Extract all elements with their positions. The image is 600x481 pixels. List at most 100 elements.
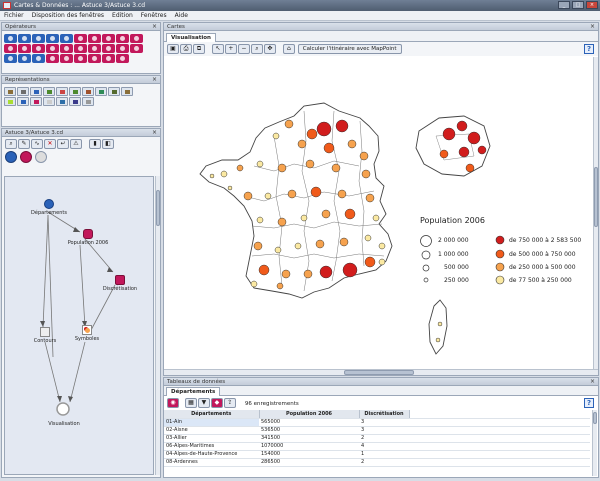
node-discretisation[interactable]: Discrétisation	[98, 275, 142, 292]
return-icon[interactable]: ↵	[57, 139, 69, 149]
department-symbol[interactable]	[321, 209, 331, 219]
department-symbol[interactable]	[209, 173, 215, 179]
table-row[interactable]: 02-Aisne 536500 3	[164, 426, 590, 435]
department-symbol[interactable]	[378, 242, 386, 250]
representation-icon[interactable]	[82, 97, 94, 106]
edit-icon[interactable]: ✎	[18, 139, 30, 149]
operator-icon[interactable]	[18, 44, 31, 53]
department-symbol[interactable]	[359, 151, 369, 161]
operator-icon[interactable]	[4, 54, 17, 63]
department-symbol[interactable]	[364, 256, 376, 268]
menu-fenetres[interactable]: Fenêtres	[141, 11, 167, 20]
department-symbol[interactable]	[277, 217, 287, 227]
operator-icon[interactable]	[4, 34, 17, 43]
department-symbol[interactable]	[276, 282, 284, 290]
copy-icon[interactable]: ⧉	[193, 44, 205, 54]
zoom-icon[interactable]: ⌕	[5, 139, 17, 149]
department-symbol[interactable]	[256, 160, 264, 168]
representation-icon[interactable]	[4, 87, 16, 96]
filter-icon[interactable]: ▼	[197, 398, 210, 408]
node-visualisation[interactable]: Visualisation	[43, 421, 85, 427]
department-symbol[interactable]	[300, 214, 308, 222]
operator-icon[interactable]	[60, 44, 73, 53]
map-scrollbar-horizontal[interactable]	[164, 369, 598, 375]
globe-icon[interactable]	[5, 151, 17, 163]
representation-icon[interactable]	[17, 97, 29, 106]
representation-icon[interactable]	[17, 87, 29, 96]
operator-icon[interactable]	[116, 44, 129, 53]
department-symbol[interactable]	[287, 189, 297, 199]
help-button[interactable]: ?	[584, 44, 594, 54]
menu-aide[interactable]: Aide	[175, 11, 188, 20]
representation-icon[interactable]	[30, 97, 42, 106]
menu-disposition[interactable]: Disposition des fenêtres	[32, 11, 104, 20]
table-row[interactable]: 04-Alpes-de-Haute-Provence 154000 1	[164, 450, 590, 459]
operator-icon[interactable]	[46, 54, 59, 63]
close-icon[interactable]: ×	[590, 23, 595, 31]
visualisation-node-circle[interactable]	[56, 402, 70, 416]
operator-icon[interactable]	[4, 44, 17, 53]
department-symbol[interactable]	[365, 193, 375, 203]
department-symbol[interactable]	[281, 269, 291, 279]
map-canvas[interactable]: Population 2006 2 000 000 1 000 000 500 …	[164, 56, 592, 368]
pan-icon[interactable]: ✥	[263, 44, 276, 54]
department-symbol[interactable]	[256, 216, 264, 224]
display-icon[interactable]	[34, 151, 47, 163]
table-row[interactable]: 06-Alpes-Maritimes 1070000 4	[164, 442, 590, 451]
operator-icon[interactable]	[60, 54, 73, 63]
workflow-canvas[interactable]: Départements Population 2006 Discrétisat…	[4, 176, 154, 475]
link-icon[interactable]: ∿	[31, 139, 43, 149]
department-symbol[interactable]	[339, 237, 349, 247]
table-scrollbar[interactable]	[592, 410, 597, 476]
representation-icon[interactable]	[43, 87, 55, 96]
operator-icon[interactable]	[88, 54, 101, 63]
layers-icon[interactable]: ◧	[102, 139, 114, 149]
close-button[interactable]: ×	[586, 1, 598, 9]
operator-icon[interactable]	[102, 34, 115, 43]
department-symbol[interactable]	[306, 128, 318, 140]
operator-icon[interactable]	[130, 34, 143, 43]
operator-icon[interactable]	[32, 44, 45, 53]
column-header-population[interactable]: Population 2006	[259, 410, 360, 419]
close-icon[interactable]: ×	[152, 23, 157, 31]
map-scrollbar-vertical[interactable]	[593, 57, 598, 369]
department-symbol[interactable]	[294, 242, 302, 250]
department-symbol[interactable]	[258, 264, 270, 276]
representation-icon[interactable]	[108, 87, 120, 96]
representation-icon[interactable]	[82, 87, 94, 96]
operator-icon[interactable]	[18, 54, 31, 63]
department-symbol[interactable]	[297, 139, 307, 149]
representation-icon[interactable]	[43, 97, 55, 106]
department-symbol[interactable]	[227, 185, 233, 191]
operator-icon[interactable]	[74, 44, 87, 53]
department-symbol[interactable]	[361, 169, 371, 179]
table-row[interactable]: 01-Ain 565000 3	[164, 418, 590, 427]
representation-icon[interactable]	[95, 87, 107, 96]
department-symbol[interactable]	[337, 189, 347, 199]
department-symbol[interactable]	[277, 163, 287, 173]
pointer-icon[interactable]: ↖	[211, 44, 224, 54]
department-symbol[interactable]	[303, 269, 313, 279]
route-icon[interactable]: ⌂	[282, 44, 295, 54]
department-symbol[interactable]	[220, 170, 228, 178]
operator-icon[interactable]	[32, 34, 45, 43]
zoom-extent-icon[interactable]: ⌕	[250, 44, 263, 54]
department-symbol[interactable]	[439, 149, 449, 159]
node-symboles[interactable]: Symboles	[69, 325, 105, 342]
save-icon[interactable]: ▣	[167, 44, 179, 54]
department-symbol[interactable]	[364, 234, 372, 242]
zoom-out-icon[interactable]: −	[237, 44, 250, 54]
department-symbol[interactable]	[467, 131, 481, 145]
delete-icon[interactable]: ✕	[44, 139, 56, 149]
department-symbol[interactable]	[323, 142, 335, 154]
department-symbol[interactable]	[465, 163, 475, 173]
representation-icon[interactable]	[30, 87, 42, 96]
department-symbol[interactable]	[437, 321, 443, 327]
print-icon[interactable]: ⎙	[180, 44, 192, 54]
department-symbol[interactable]	[274, 246, 282, 254]
department-symbol[interactable]	[372, 214, 380, 222]
representation-icon[interactable]	[69, 87, 81, 96]
department-symbol[interactable]	[264, 192, 272, 200]
zoom-in-icon[interactable]: +	[224, 44, 237, 54]
operator-icon[interactable]	[88, 34, 101, 43]
